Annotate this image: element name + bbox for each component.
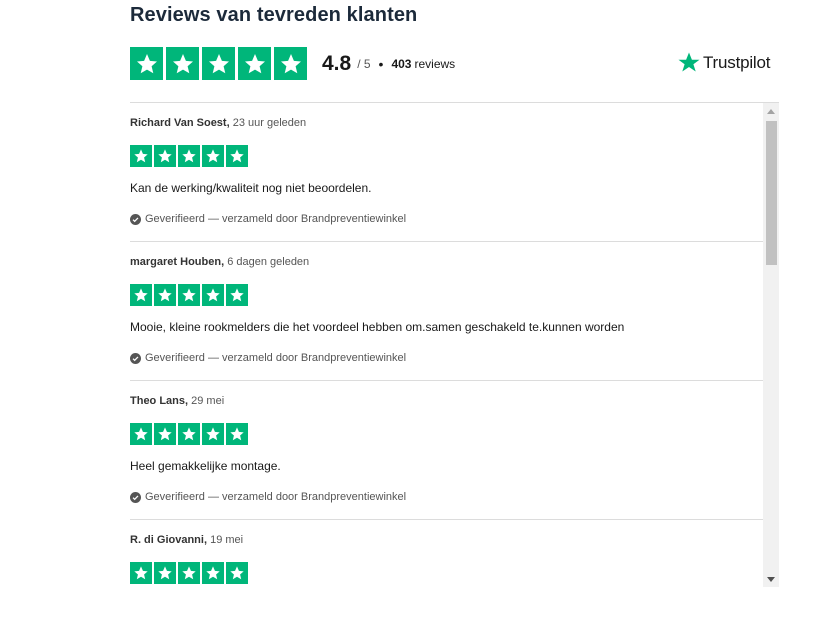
review-meta: R. di Giovanni, 19 mei [130,534,243,546]
triangle-up-icon [767,108,775,114]
star-icon [202,562,224,584]
review-author: margaret Houben, [130,256,225,268]
scroll-up-button[interactable] [763,103,779,119]
review-count-label[interactable]: reviews [414,57,455,71]
review-list: Richard Van Soest, 23 uur geleden Kan de… [130,103,763,587]
verified-text: Geverifieerd — verzameld door Brandpreve… [145,491,407,503]
star-icon [202,145,224,167]
rating-scale: / 5 [357,56,371,71]
brand-name: Trustpilot [703,53,771,72]
review-meta: Richard Van Soest, 23 uur geleden [130,117,306,129]
verified-text: Geverifieerd — verzameld door Brandpreve… [145,352,407,364]
review-date: 6 dagen geleden [227,256,310,268]
check-circle-icon [130,491,141,503]
review-count[interactable]: 403 [391,57,411,71]
check-circle-icon [130,352,141,364]
star-icon [202,47,235,80]
star-icon [178,145,200,167]
review-date: 29 mei [191,395,225,407]
verified-label: Geverifieerd — verzameld door Brandpreve… [130,491,406,503]
star-icon [226,562,248,584]
review-author: Richard Van Soest, [130,117,230,129]
rating-score: 4.8 [322,51,352,75]
star-icon [154,284,176,306]
star-icon [130,562,152,584]
star-icon [130,423,152,445]
star-icon [178,562,200,584]
star-icon [178,423,200,445]
review-item: R. di Giovanni, 19 mei [130,520,763,587]
scroll-thumb[interactable] [766,121,777,265]
review-item: Theo Lans, 29 mei Heel gemakkelijke mont… [130,381,763,520]
page-title: Reviews van tevreden klanten [130,4,418,26]
reviews-widget: Reviews van tevreden klanten 4.8 / 5 • 4… [0,0,829,634]
rating-summary: 4.8 / 5 • 403 reviews [130,47,455,80]
verified-label: Geverifieerd — verzameld door Brandpreve… [130,213,406,225]
star-icon [130,284,152,306]
review-stars [130,284,248,306]
verified-label: Geverifieerd — verzameld door Brandpreve… [130,352,406,364]
star-icon [202,423,224,445]
review-item: margaret Houben, 6 dagen geleden Mooie, … [130,242,763,381]
star-icon [166,47,199,80]
star-icon [130,145,152,167]
trustpilot-star-icon [678,52,700,72]
review-scrollbar[interactable] [763,103,779,587]
star-icon [154,562,176,584]
verified-text: Geverifieerd — verzameld door Brandpreve… [145,213,407,225]
star-icon [238,47,271,80]
review-stars [130,145,248,167]
star-icon [130,47,163,80]
trustpilot-logo[interactable]: Trustpilot [677,50,770,76]
review-text: Mooie, kleine rookmelders die het voorde… [130,320,625,334]
scroll-down-button[interactable] [763,571,779,587]
review-author: Theo Lans, [130,395,189,407]
review-stars [130,423,248,445]
separator-dot: • [378,55,384,72]
star-icon [274,47,307,80]
review-meta: Theo Lans, 29 mei [130,395,224,407]
star-icon [154,145,176,167]
check-circle-icon [130,213,141,225]
star-icon [226,145,248,167]
star-icon [178,284,200,306]
review-date: 23 uur geleden [232,117,307,129]
review-item: Richard Van Soest, 23 uur geleden Kan de… [130,103,763,242]
triangle-down-icon [767,576,775,582]
star-icon [154,423,176,445]
review-list-container[interactable]: Richard Van Soest, 23 uur geleden Kan de… [130,102,779,587]
review-author: R. di Giovanni, [130,534,208,546]
review-meta: margaret Houben, 6 dagen geleden [130,256,309,268]
review-stars [130,562,248,584]
summary-stars [130,47,307,80]
star-icon [226,284,248,306]
review-date: 19 mei [210,534,244,546]
review-text: Kan de werking/kwaliteit nog niet beoord… [130,181,372,195]
star-icon [226,423,248,445]
star-icon [202,284,224,306]
review-text: Heel gemakkelijke montage. [130,459,281,473]
